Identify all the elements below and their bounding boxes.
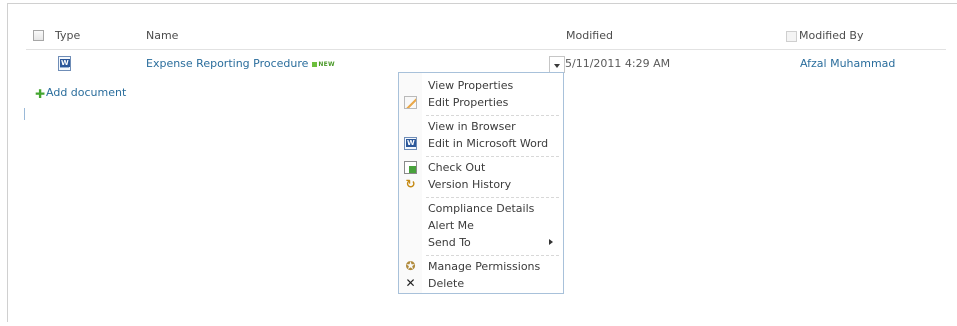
column-header-type[interactable]: Type <box>55 29 80 42</box>
edit-properties-icon <box>404 96 417 109</box>
menu-item-edit-properties[interactable]: Edit Properties <box>399 93 563 112</box>
menu-item-delete[interactable]: ✕ Delete <box>399 274 563 293</box>
menu-item-edit-in-word[interactable]: Edit in Microsoft Word <box>399 134 563 153</box>
menu-item-label: Version History <box>428 178 512 191</box>
delete-icon: ✕ <box>405 276 416 290</box>
item-menu-dropdown-button[interactable] <box>549 56 565 73</box>
version-history-icon: ↻ <box>405 177 416 191</box>
menu-separator <box>426 115 559 116</box>
menu-item-label: Delete <box>428 277 465 290</box>
menu-separator <box>426 156 559 157</box>
new-badge-icon: NEW <box>312 61 334 68</box>
menu-item-label: Edit in Microsoft Word <box>428 137 549 150</box>
menu-separator <box>426 255 559 256</box>
submenu-arrow-icon <box>549 239 553 245</box>
modified-by-link[interactable]: Afzal Muhammad <box>800 57 895 70</box>
add-document-link[interactable]: Add document <box>46 86 126 99</box>
manage-permissions-icon: ✪ <box>405 259 416 273</box>
menu-item-label: Send To <box>428 236 471 249</box>
menu-item-version-history[interactable]: ↻ Version History <box>399 175 563 194</box>
select-all-checkbox[interactable] <box>33 30 44 41</box>
document-name-text[interactable]: Expense Reporting Procedure <box>146 57 308 70</box>
column-header-modified-by[interactable]: Modified By <box>799 29 864 42</box>
modified-by-column-checkbox <box>786 31 797 42</box>
modified-date: 5/11/2011 4:29 AM <box>565 57 671 70</box>
menu-item-send-to[interactable]: Send To <box>399 233 563 252</box>
header-divider <box>26 49 946 50</box>
column-header-name[interactable]: Name <box>146 29 178 42</box>
menu-separator <box>426 197 559 198</box>
column-header-modified[interactable]: Modified <box>566 29 613 42</box>
focus-caret <box>24 108 25 120</box>
word-document-icon[interactable] <box>58 56 71 71</box>
menu-item-label: Edit Properties <box>428 96 509 109</box>
item-context-menu: View Properties Edit Properties View in … <box>398 72 564 294</box>
plus-icon[interactable]: ✚ <box>35 87 45 101</box>
word-icon <box>404 137 417 150</box>
check-out-icon <box>404 161 417 174</box>
document-name-link[interactable]: Expense Reporting Procedure NEW <box>146 57 335 70</box>
